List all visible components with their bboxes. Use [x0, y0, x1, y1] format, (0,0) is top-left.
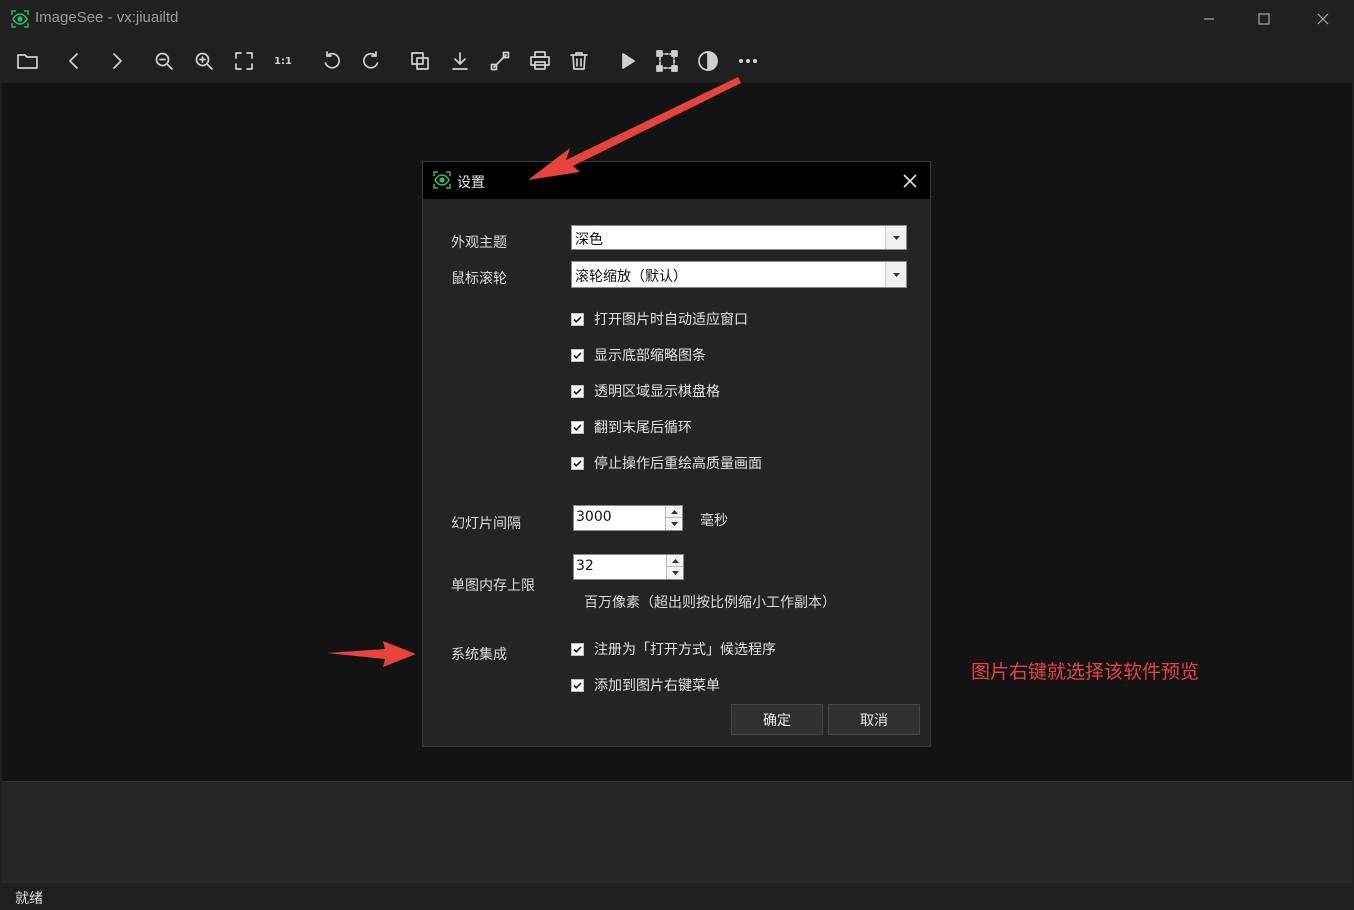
checkbox-label: 打开图片时自动适应窗口 [594, 312, 748, 328]
dialog-eye-icon [432, 170, 452, 190]
fit-window-icon[interactable] [232, 49, 256, 73]
checkbox-label: 注册为「打开方式」候选程序 [594, 642, 776, 658]
integration-label: 系统集成 [451, 647, 507, 663]
chevron-down-icon[interactable] [885, 226, 906, 249]
dialog-title: 设置 [457, 175, 485, 191]
download-icon[interactable] [448, 49, 472, 73]
theme-select[interactable]: 深色 [571, 225, 907, 250]
slideshow-unit: 毫秒 [700, 513, 728, 529]
slideshow-interval-spinbox[interactable]: 3000 [573, 505, 683, 531]
theme-label: 外观主题 [451, 235, 507, 251]
chevron-down-icon[interactable] [885, 262, 906, 287]
checkbox-context-menu[interactable]: 添加到图片右键菜单 [571, 676, 720, 694]
wheel-select-value: 滚轮缩放（默认） [575, 269, 687, 285]
memory-note: 百万像素（超出则按比例缩小工作副本） [584, 595, 836, 611]
checkbox-register-open-with[interactable]: 注册为「打开方式」候选程序 [571, 640, 776, 658]
checkbox-hq-redraw[interactable]: 停止操作后重绘高质量画面 [571, 454, 762, 472]
checkbox[interactable] [571, 420, 584, 434]
checkbox[interactable] [571, 642, 584, 656]
annotation-text: 图片右键就选择该软件预览 [971, 661, 1200, 683]
title-bar: ImageSee - vx:jiuailtd [0, 0, 1354, 37]
toolbar: 1:1 [0, 37, 1354, 83]
ok-button[interactable]: 确定 [731, 704, 823, 735]
checkbox-thumbnail-strip[interactable]: 显示底部缩略图条 [571, 346, 706, 364]
spin-down-icon[interactable] [667, 567, 683, 579]
cancel-button[interactable]: 取消 [828, 704, 920, 735]
close-icon [903, 174, 917, 188]
memory-limit-value: 32 [576, 558, 594, 574]
rotate-right-icon[interactable] [359, 49, 383, 73]
slideshow-interval-value: 3000 [576, 509, 612, 525]
memory-limit-spinbox[interactable]: 32 [573, 554, 684, 580]
chevron-right-icon[interactable] [105, 49, 129, 73]
checkbox-auto-fit[interactable]: 打开图片时自动适应窗口 [571, 310, 748, 328]
actual-size-icon[interactable]: 1:1 [271, 49, 295, 73]
close-window-button[interactable] [1294, 0, 1352, 37]
trash-icon[interactable] [567, 49, 591, 73]
status-bar: 就绪 [0, 883, 1354, 910]
checkbox-label: 停止操作后重绘高质量画面 [594, 456, 762, 472]
checkbox-checkerboard[interactable]: 透明区域显示棋盘格 [571, 382, 720, 400]
checkbox[interactable] [571, 456, 584, 470]
checkbox[interactable] [571, 348, 584, 362]
checkbox[interactable] [571, 312, 584, 326]
zoom-in-icon[interactable] [192, 49, 216, 73]
theme-select-value: 深色 [575, 232, 603, 248]
contrast-icon[interactable] [696, 49, 720, 73]
app-eye-icon [10, 9, 30, 29]
spin-up-icon[interactable] [666, 506, 682, 518]
dialog-header: 设置 [423, 162, 930, 199]
chevron-left-icon[interactable] [62, 49, 86, 73]
zoom-out-icon[interactable] [152, 49, 176, 73]
checkbox[interactable] [571, 384, 584, 398]
checkbox[interactable] [571, 678, 584, 692]
maximize-button[interactable] [1235, 0, 1293, 37]
spin-up-icon[interactable] [667, 555, 683, 567]
minimize-button[interactable] [1180, 0, 1238, 37]
actual-size-label: 1:1 [274, 55, 292, 67]
resize-icon[interactable] [488, 49, 512, 73]
settings-dialog: 设置 外观主题 深色 鼠标滚轮 滚轮缩放（默认） 打开图片时自动适应窗口 显示底… [422, 161, 931, 747]
rotate-left-icon[interactable] [320, 49, 344, 73]
app-title: ImageSee - vx:jiuailtd [35, 9, 179, 26]
memory-label: 单图内存上限 [451, 578, 535, 594]
checkbox-loop[interactable]: 翻到末尾后循环 [571, 418, 692, 436]
checkbox-label: 翻到末尾后循环 [594, 420, 692, 436]
slideshow-label: 幻灯片间隔 [451, 516, 521, 532]
dialog-close-button[interactable] [897, 168, 923, 194]
copy-icon[interactable] [408, 49, 432, 73]
checkbox-label: 透明区域显示棋盘格 [594, 384, 720, 400]
status-text: 就绪 [15, 891, 43, 907]
thumbnail-strip[interactable] [2, 781, 1352, 884]
spin-down-icon[interactable] [666, 518, 682, 530]
play-icon[interactable] [616, 49, 640, 73]
print-icon[interactable] [528, 49, 552, 73]
checkbox-label: 显示底部缩略图条 [594, 348, 706, 364]
more-icon[interactable] [736, 49, 760, 73]
checkbox-label: 添加到图片右键菜单 [594, 678, 720, 694]
wheel-select[interactable]: 滚轮缩放（默认） [571, 261, 907, 288]
crop-icon[interactable] [655, 49, 679, 73]
wheel-label: 鼠标滚轮 [451, 271, 507, 287]
folder-icon[interactable] [16, 49, 40, 73]
